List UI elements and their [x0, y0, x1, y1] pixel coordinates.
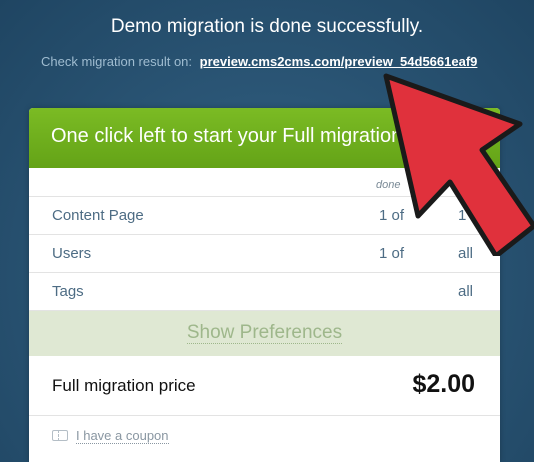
pointer-arrow-icon [383, 73, 534, 256]
coupon-ticket-icon [52, 430, 68, 441]
price-value: $2.00 [412, 370, 475, 398]
row-total: all [458, 283, 474, 300]
check-migration-label: Check migration result on: [41, 54, 193, 69]
migration-success-headline: Demo migration is done successfully. [110, 16, 424, 37]
coupon-row: I have a coupon [29, 416, 500, 456]
show-preferences-link[interactable]: Show Preferences [186, 322, 343, 344]
price-label: Full migration price [52, 376, 196, 395]
row-label: Content Page [52, 207, 144, 224]
table-row: Tags all [29, 273, 500, 311]
coupon-link[interactable]: I have a coupon [76, 428, 169, 444]
row-label: Users [52, 245, 92, 262]
row-label: Tags [52, 283, 84, 300]
show-preferences-bar[interactable]: Show Preferences [29, 311, 500, 356]
price-row: Full migration price $2.00 [29, 356, 500, 416]
